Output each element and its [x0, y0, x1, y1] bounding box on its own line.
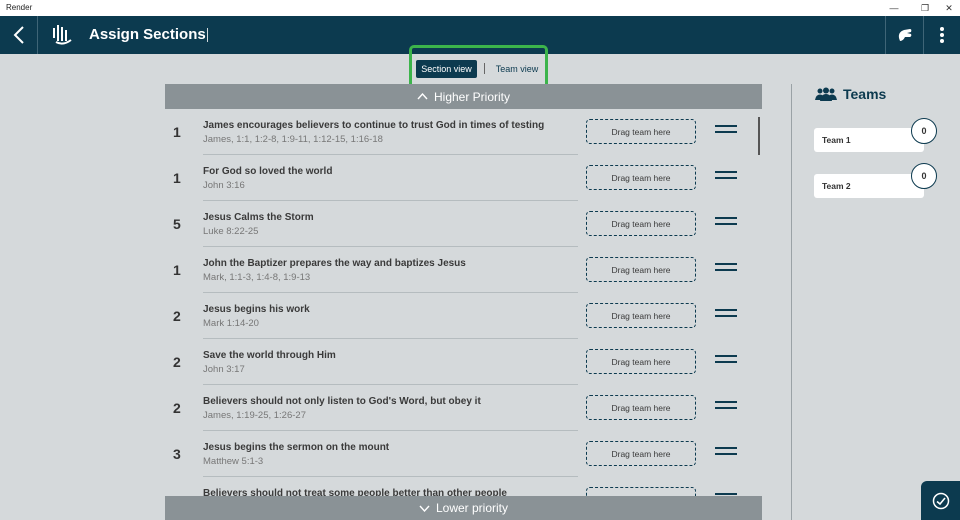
section-title: For God so loved the world	[203, 166, 333, 177]
team-drop-zone[interactable]: Drag team here	[586, 119, 696, 144]
section-priority-number: 2	[173, 354, 181, 370]
section-priority-number: 1	[173, 124, 181, 140]
drag-handle-icon[interactable]	[715, 401, 737, 411]
restore-button[interactable]: ❐	[914, 0, 936, 16]
chevron-down-icon	[419, 505, 430, 512]
drag-handle-icon[interactable]	[715, 125, 737, 135]
panel-divider	[791, 84, 792, 520]
drag-handle-icon[interactable]	[715, 447, 737, 457]
team-card[interactable]: Team 1	[814, 128, 924, 152]
team-count-badge: 0	[911, 118, 937, 144]
section-reference: James, 1:19-25, 1:26-27	[203, 410, 306, 421]
team-name: Team 2	[822, 181, 851, 191]
team-drop-zone[interactable]: Drag team here	[586, 211, 696, 236]
section-title: John the Baptizer prepares the way and b…	[203, 258, 466, 269]
section-reference: Mark 1:14-20	[203, 318, 259, 329]
section-title: Believers should not only listen to God'…	[203, 396, 481, 407]
teams-icon	[815, 87, 837, 101]
check-circle-icon	[932, 492, 949, 509]
window-titlebar: Render — ❐ ✕	[0, 0, 960, 16]
section-title: Jesus begins his work	[203, 304, 310, 315]
section-row[interactable]: 3 Jesus begins the sermon on the mount Mat…	[165, 431, 762, 477]
teams-title: Teams	[843, 86, 887, 102]
section-priority-number: 2	[173, 400, 181, 416]
section-priority-number: 1	[173, 170, 181, 186]
back-arrow-icon	[13, 26, 24, 44]
hand-icon	[898, 29, 911, 41]
more-vertical-icon	[940, 27, 944, 43]
team-view-tab[interactable]: Team view	[491, 60, 543, 78]
section-title: James encourages believers to continue t…	[203, 120, 545, 131]
section-priority-number: 2	[173, 308, 181, 324]
section-title: Save the world through Him	[203, 350, 336, 361]
section-reference: John 3:16	[203, 180, 245, 191]
section-priority-number: 1	[173, 262, 181, 278]
section-reference: John 3:17	[203, 364, 245, 375]
view-toggle-divider	[484, 63, 485, 74]
chevron-up-icon	[417, 93, 428, 100]
lower-priority-bar[interactable]: Lower priority	[165, 496, 762, 520]
section-title: Believers should not treat some people b…	[203, 488, 507, 496]
section-row[interactable]: 5 Jesus Calms the Storm Luke 8:22-25 Drag t…	[165, 201, 762, 247]
section-list: 1 James encourages believers to continue …	[165, 109, 762, 496]
more-menu-button[interactable]	[923, 16, 960, 54]
drag-handle-icon[interactable]	[715, 309, 737, 319]
drag-handle-icon[interactable]	[715, 217, 737, 227]
section-priority-number: 3	[173, 446, 181, 462]
drag-handle-icon[interactable]	[715, 171, 737, 181]
team-drop-zone[interactable]: Drag team here	[586, 349, 696, 374]
section-row[interactable]: 2 Believers should not only listen to God…	[165, 385, 762, 431]
lower-priority-label: Lower priority	[435, 501, 509, 515]
section-title: Jesus begins the sermon on the mount	[203, 442, 390, 453]
team-drop-zone[interactable]: Drag team here	[586, 303, 696, 328]
hand-button[interactable]	[885, 16, 923, 54]
minimize-button[interactable]: —	[883, 0, 905, 16]
section-reference: Mark, 1:1-3, 1:4-8, 1:9-13	[203, 272, 311, 283]
section-row[interactable]: 2 Save the world through Him John 3:17 Drag…	[165, 339, 762, 385]
section-priority-number: 5	[173, 216, 181, 232]
higher-priority-label: Higher Priority	[433, 89, 511, 104]
team-card[interactable]: Team 2	[814, 174, 924, 198]
higher-priority-bar[interactable]: Higher Priority	[165, 84, 762, 109]
team-drop-zone[interactable]: Drag team here	[586, 165, 696, 190]
section-reference: Matthew 5:1-3	[203, 456, 264, 467]
list-scrollbar[interactable]	[758, 117, 760, 155]
team-drop-zone[interactable]: Drag team here	[586, 487, 696, 496]
section-view-tab[interactable]: Section view	[416, 60, 477, 78]
confirm-button[interactable]	[921, 481, 960, 520]
team-count-badge: 0	[911, 163, 937, 189]
team-drop-zone[interactable]: Drag team here	[586, 441, 696, 466]
team-drop-zone[interactable]: Drag team here	[586, 257, 696, 282]
section-row[interactable]: 1 John the Baptizer prepares the way and …	[165, 247, 762, 293]
section-row[interactable]: Believers should not treat some people b…	[165, 477, 762, 496]
window-app-name: Render	[6, 3, 33, 12]
team-name: Team 1	[822, 135, 851, 145]
section-row[interactable]: 2 Jesus begins his work Mark 1:14-20 Drag t…	[165, 293, 762, 339]
page-title: Assign Sections	[89, 26, 206, 43]
section-title: Jesus Calms the Storm	[203, 212, 314, 223]
drag-handle-icon[interactable]	[715, 355, 737, 365]
back-button[interactable]	[0, 16, 38, 54]
section-row[interactable]: 1 James encourages believers to continue …	[165, 109, 762, 155]
section-row[interactable]: 1 For God so loved the world John 3:16 Drag…	[165, 155, 762, 201]
drag-handle-icon[interactable]	[715, 263, 737, 273]
section-reference: Luke 8:22-25	[203, 226, 259, 237]
team-drop-zone[interactable]: Drag team here	[586, 395, 696, 420]
close-window-button[interactable]: ✕	[938, 0, 960, 16]
title-divider	[207, 28, 208, 42]
render-logo-icon	[52, 25, 74, 50]
section-reference: James, 1:1, 1:2-8, 1:9-11, 1:12-15, 1:16…	[203, 134, 383, 145]
teams-header: Teams	[815, 86, 886, 102]
